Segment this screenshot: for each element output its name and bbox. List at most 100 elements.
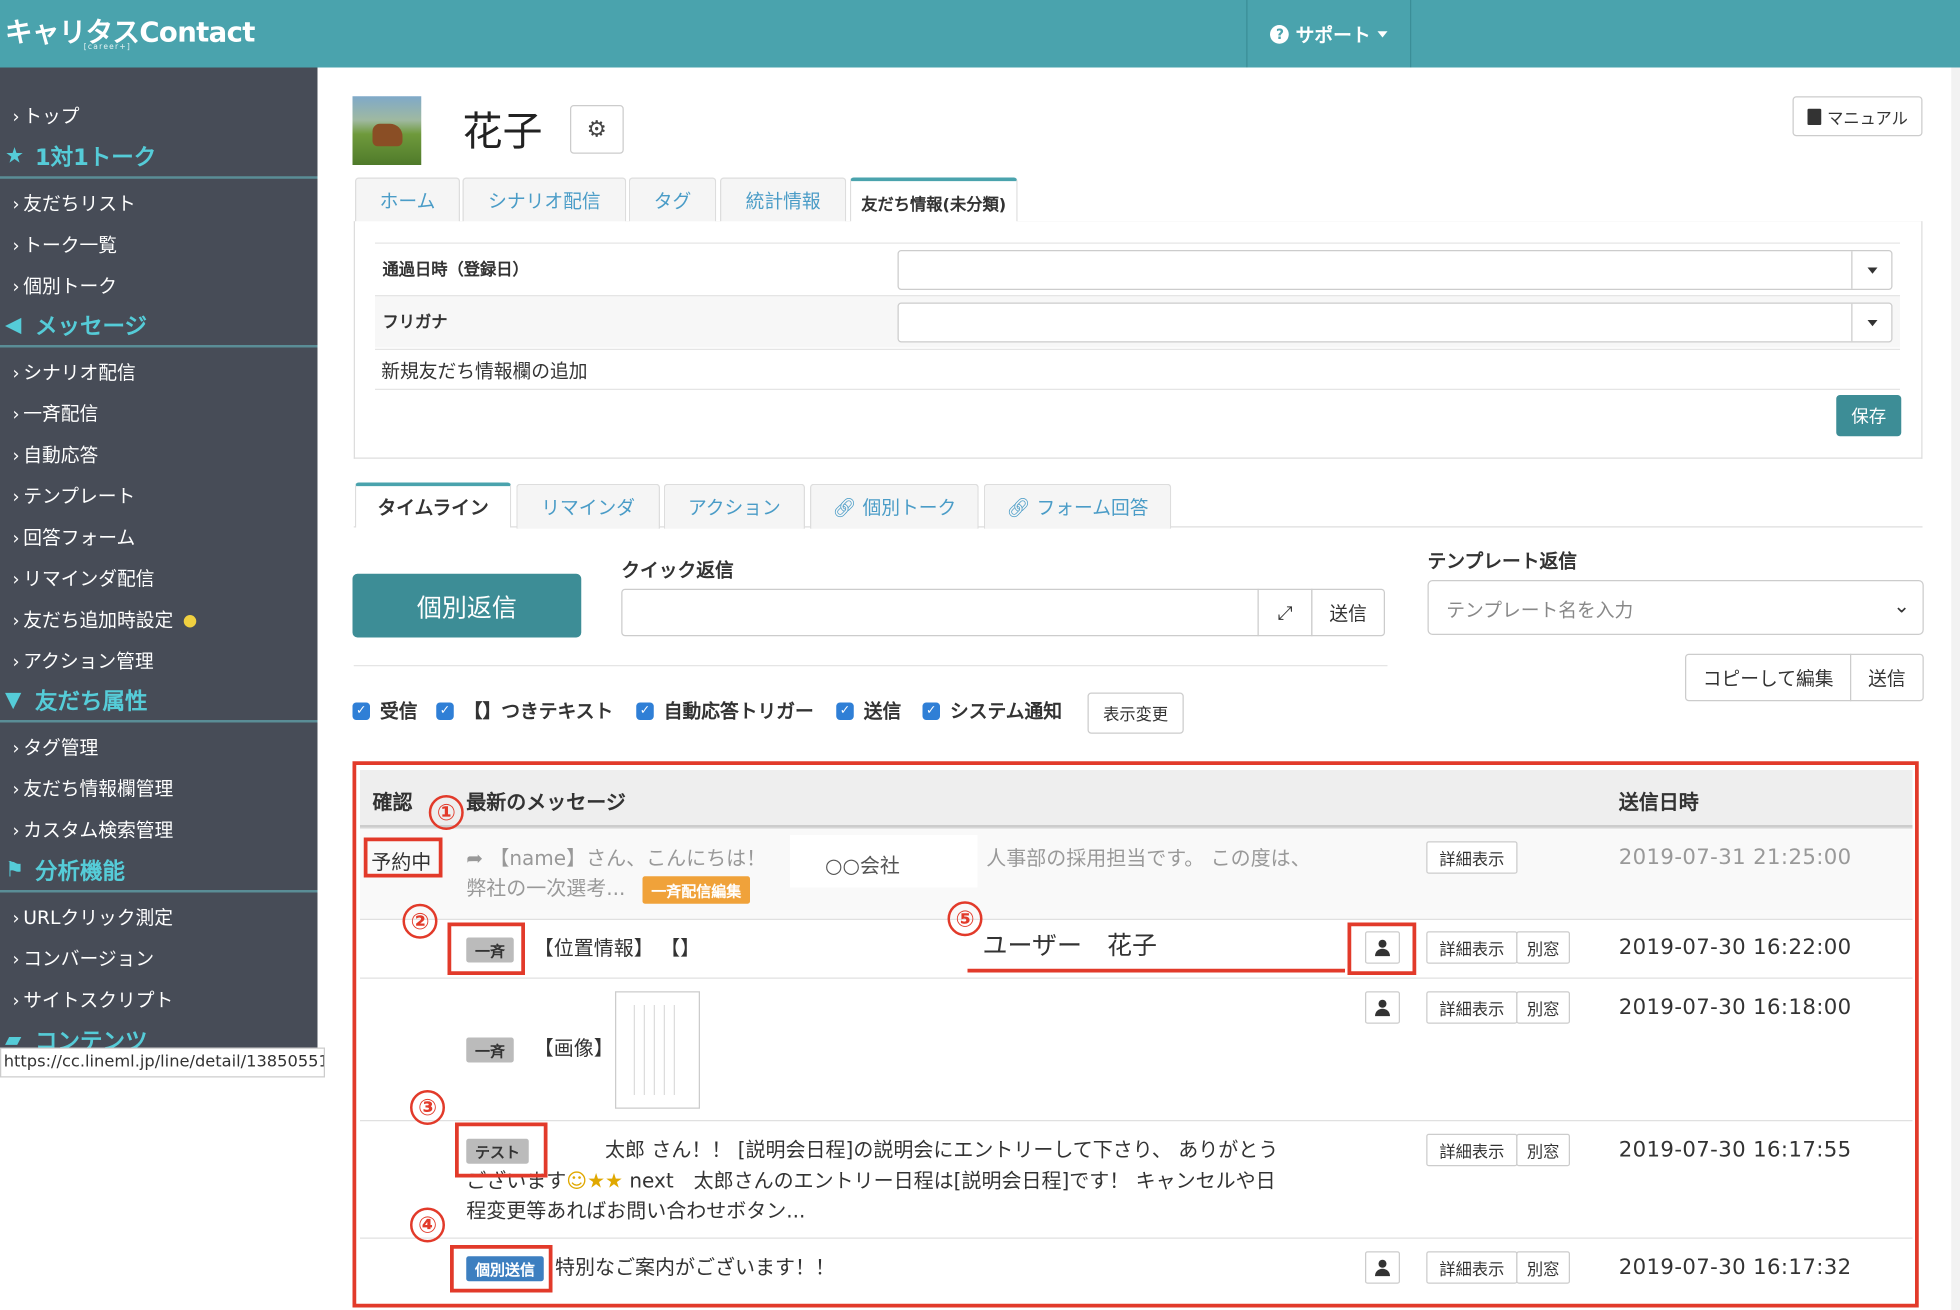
- divider: [353, 665, 1388, 667]
- filter-auto-reply[interactable]: ✓ 自動応答トリガー: [636, 698, 814, 724]
- chevron-right-icon: ›: [12, 528, 20, 549]
- chevron-right-icon: ›: [12, 738, 20, 759]
- template-reply-label: テンプレート返信: [1427, 550, 1577, 573]
- sidebar-section-message[interactable]: ◀ メッセージ: [0, 305, 318, 348]
- chevron-right-icon: ›: [12, 780, 20, 800]
- sidebar-item-conversion[interactable]: › コンバージョン: [13, 945, 155, 971]
- tab-timeline[interactable]: タイムライン: [355, 482, 512, 528]
- info-row-furigana: フリガナ: [375, 295, 1900, 348]
- tab-home[interactable]: ホーム: [355, 177, 460, 223]
- chevron-right-icon: ›: [12, 570, 20, 590]
- chevron-right-icon: ›: [12, 908, 20, 929]
- sidebar-item-individual-talk[interactable]: › 個別トーク: [13, 273, 118, 299]
- sidebar-item-talk-list[interactable]: › トーク一覧: [13, 231, 118, 257]
- chevron-right-icon: ›: [12, 611, 20, 632]
- furigana-select[interactable]: [897, 302, 1893, 343]
- annotation-box: [450, 1245, 553, 1293]
- sidebar-item-friend-info[interactable]: › 友だち情報欄管理: [13, 775, 174, 801]
- avatar-photo-subject: [372, 123, 403, 147]
- annotation-marker: ②: [402, 903, 438, 939]
- checkbox-checked-icon[interactable]: ✓: [922, 701, 940, 720]
- sidebar-item-top[interactable]: › トップ: [13, 103, 80, 129]
- template-select[interactable]: テンプレート名を入力 ⌄: [1427, 580, 1924, 635]
- expand-icon: ⤢: [1277, 601, 1293, 624]
- filter-icon: ▼: [5, 687, 22, 713]
- sidebar-item-scenario[interactable]: › シナリオ配信: [13, 359, 136, 385]
- annotation-underline: [967, 968, 1345, 973]
- checkbox-checked-icon[interactable]: ✓: [436, 701, 454, 720]
- checkbox-checked-icon[interactable]: ✓: [836, 701, 854, 720]
- annotation-marker: ③: [410, 1090, 445, 1125]
- template-send-button[interactable]: 送信: [1850, 653, 1924, 702]
- annotation-box: [455, 1122, 548, 1178]
- checkbox-checked-icon[interactable]: ✓: [352, 701, 370, 720]
- app-logo-sub: [career+]: [83, 42, 132, 52]
- chevron-right-icon: ›: [12, 487, 20, 508]
- filter-received[interactable]: ✓ 受信: [352, 698, 418, 724]
- sidebar-item-friends-list[interactable]: › 友だちリスト: [13, 190, 136, 216]
- sidebar-item-broadcast[interactable]: › 一斉配信: [13, 400, 99, 426]
- filter-sent[interactable]: ✓ 送信: [836, 698, 901, 724]
- caret-down-icon: [1851, 303, 1891, 342]
- expand-button[interactable]: ⤢: [1257, 588, 1313, 637]
- sidebar-item-template[interactable]: › テンプレート: [13, 483, 136, 509]
- tab-action[interactable]: アクション: [663, 483, 805, 529]
- sidebar-item-answer-form[interactable]: › 回答フォーム: [13, 524, 136, 550]
- quick-send-button[interactable]: 送信: [1311, 588, 1385, 637]
- sidebar-item-url-click[interactable]: › URLクリック測定: [13, 904, 173, 930]
- registered-date-select[interactable]: [897, 250, 1893, 290]
- annotation-box: [1347, 922, 1417, 975]
- tab-reminder[interactable]: リマインダ: [516, 483, 660, 529]
- sidebar-section-attributes[interactable]: ▼ 友だち属性: [0, 680, 318, 723]
- support-menu[interactable]: ? サポート: [1246, 0, 1412, 68]
- quick-reply-label: クイック返信: [621, 558, 734, 582]
- annotation-box: [363, 837, 443, 878]
- template-placeholder: テンプレート名を入力: [1446, 598, 1634, 622]
- support-label: サポート: [1295, 23, 1371, 46]
- annotation-frame: [352, 761, 1919, 1308]
- chevron-right-icon: ›: [12, 363, 20, 384]
- sidebar-item-action[interactable]: › アクション管理: [13, 648, 154, 674]
- sidebar-item-friend-add-settings[interactable]: › 友だち追加時設定: [13, 606, 196, 632]
- field-label-furigana: フリガナ: [382, 313, 448, 333]
- manual-button[interactable]: マニュアル: [1792, 96, 1923, 137]
- filter-bracket-text[interactable]: ✓ 【】つきテキスト: [436, 698, 613, 724]
- chevron-right-icon: ›: [12, 950, 20, 970]
- tab-stats[interactable]: 統計情報: [720, 177, 847, 223]
- annotation-box: [447, 922, 525, 975]
- tab-scenario[interactable]: シナリオ配信: [462, 177, 627, 223]
- megaphone-icon: ◀: [5, 312, 22, 338]
- quick-reply-input[interactable]: [621, 588, 1259, 637]
- sidebar-item-site-script[interactable]: › サイトスクリプト: [13, 986, 174, 1012]
- tab-tag[interactable]: タグ: [628, 177, 717, 223]
- tab-individual-talk[interactable]: 🔗︎ 個別トーク: [810, 483, 979, 529]
- sidebar-item-tag[interactable]: › タグ管理: [13, 734, 99, 760]
- caret-down-icon: [1851, 251, 1891, 289]
- sidebar-item-custom-search[interactable]: › カスタム検索管理: [13, 816, 174, 842]
- save-button[interactable]: 保存: [1836, 395, 1902, 437]
- field-label-registered: 通過日時（登録日）: [382, 261, 529, 280]
- info-row-add: [375, 348, 1900, 390]
- settings-button[interactable]: ⚙: [570, 105, 624, 154]
- sidebar-item-auto-reply[interactable]: › 自動応答: [13, 441, 99, 467]
- avatar: [352, 96, 422, 165]
- chevron-right-icon: ›: [12, 991, 20, 1012]
- chevron-right-icon: ›: [12, 107, 20, 128]
- link-icon: 🔗︎: [832, 495, 857, 519]
- annotation-marker: ④: [410, 1207, 445, 1243]
- sidebar-section-analytics[interactable]: ⚑ 分析機能: [0, 850, 318, 893]
- tab-friend-info[interactable]: 友だち情報(未分類): [850, 177, 1018, 224]
- add-friend-field-link[interactable]: 新規友だち情報欄の追加: [381, 358, 587, 384]
- sidebar-item-reminder[interactable]: › リマインダ配信: [13, 565, 155, 591]
- link-status-bar: https://cc.lineml.jp/line/detail/1385055…: [0, 1047, 325, 1078]
- individual-reply-button[interactable]: 個別返信: [352, 573, 582, 638]
- chevron-right-icon: ›: [12, 277, 20, 298]
- sidebar-section-talk[interactable]: ★ 1対1トーク: [0, 136, 318, 179]
- checkbox-checked-icon[interactable]: ✓: [636, 701, 654, 720]
- display-change-button[interactable]: 表示変更: [1087, 692, 1184, 734]
- scrollbar[interactable]: [1951, 67, 1960, 1310]
- chevron-right-icon: ›: [12, 405, 20, 425]
- tab-form-answer[interactable]: 🔗︎ フォーム回答: [983, 483, 1172, 529]
- filter-system[interactable]: ✓ システム通知: [922, 698, 1062, 724]
- copy-edit-button[interactable]: コピーして編集: [1685, 653, 1852, 702]
